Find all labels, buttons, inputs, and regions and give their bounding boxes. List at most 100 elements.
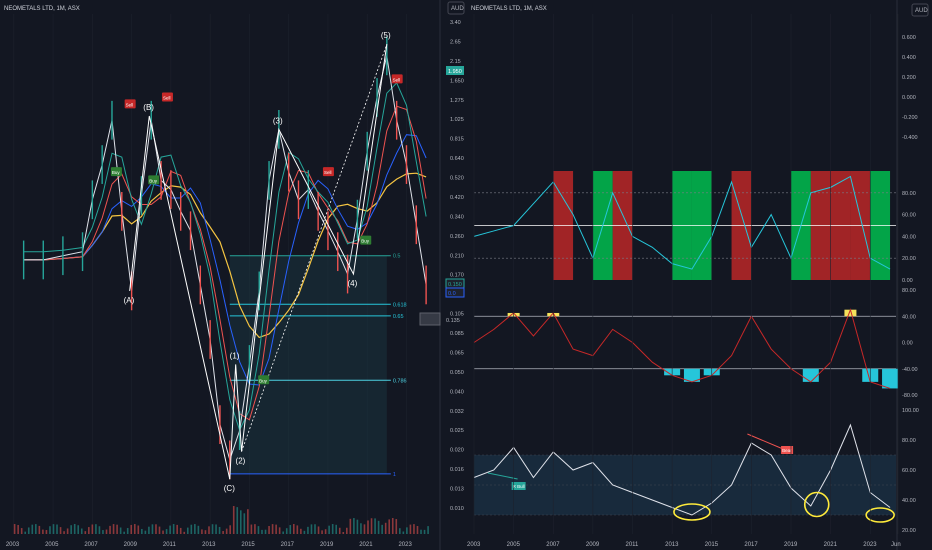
volume-bar bbox=[342, 531, 345, 534]
fib-zone bbox=[229, 255, 387, 474]
volume-bar bbox=[112, 524, 115, 534]
volume-bar bbox=[183, 531, 186, 534]
left-x-tick-label: 2021 bbox=[359, 542, 373, 548]
volume-bar bbox=[363, 524, 366, 534]
volume-bar bbox=[321, 530, 323, 534]
left-y-tick-label: 0.420 bbox=[450, 195, 464, 201]
signal-badge-label: Sell bbox=[126, 102, 134, 107]
right-x-tick-label: 2015 bbox=[705, 542, 719, 548]
left-y-tick-label: 0.013 bbox=[450, 487, 464, 493]
volume-bar bbox=[218, 526, 221, 534]
stoch-tick: 20.00 bbox=[902, 256, 916, 262]
volume-bar bbox=[56, 524, 58, 534]
osc-tick: -40.00 bbox=[902, 367, 918, 373]
signal-badge-label: Buy bbox=[361, 239, 370, 244]
volume-bar bbox=[63, 531, 65, 534]
volume-bar bbox=[204, 530, 207, 534]
volume-bar bbox=[42, 529, 44, 534]
left-y-tick-label: 1.025 bbox=[450, 117, 464, 123]
volume-bar bbox=[399, 528, 401, 534]
left-y-tick-label: 2.65 bbox=[450, 39, 461, 45]
volume-bar bbox=[409, 524, 412, 534]
volume-bar bbox=[105, 529, 108, 534]
volume-bar bbox=[109, 525, 111, 534]
volume-bar bbox=[116, 524, 118, 534]
left-y-tick-label: 0.010 bbox=[450, 506, 464, 512]
volume-bar bbox=[236, 507, 239, 534]
volume-bar bbox=[31, 524, 34, 534]
volume-bar bbox=[303, 530, 306, 534]
volume-bar bbox=[17, 524, 19, 534]
volume-bar bbox=[268, 525, 270, 534]
volume-bar bbox=[289, 525, 292, 534]
wave-label: (C) bbox=[224, 484, 235, 493]
fib-level-label: 0.618 bbox=[393, 302, 407, 308]
rsi-band bbox=[474, 455, 896, 515]
left-y-tick-label: 0.050 bbox=[450, 370, 464, 376]
left-x-tick-label: 2019 bbox=[320, 542, 334, 548]
signal-badge-label: Buy bbox=[112, 170, 121, 175]
bear-badge-label: Bear bbox=[782, 448, 792, 453]
volume-bar bbox=[328, 525, 330, 534]
volume-bar bbox=[384, 522, 387, 534]
volume-bar bbox=[232, 506, 235, 534]
stoch-tick: 80.00 bbox=[902, 191, 916, 197]
volume-bar bbox=[292, 524, 295, 534]
chart-title-right: NEOMETALS LTD, 1M, ASX bbox=[471, 6, 547, 12]
volume-bar bbox=[271, 524, 274, 534]
left-x-tick-label: 2007 bbox=[84, 542, 98, 548]
volume-bar bbox=[314, 524, 316, 534]
volume-bar bbox=[282, 531, 284, 534]
right-x-tick-label: 2005 bbox=[507, 542, 521, 548]
volume-bar bbox=[395, 519, 398, 534]
osc-oversold-fill bbox=[802, 368, 819, 382]
volume-bar bbox=[367, 520, 369, 534]
top-panel-tick: 0.000 bbox=[902, 95, 916, 101]
volume-bar bbox=[194, 524, 196, 534]
volume-bar bbox=[27, 527, 30, 534]
volume-bar bbox=[225, 528, 228, 534]
volume-bar bbox=[130, 524, 133, 534]
stoch-tick: 60.00 bbox=[902, 213, 916, 219]
left-y-tick-label: 0.025 bbox=[450, 428, 464, 434]
right-x-tick-label: Jun bbox=[891, 542, 901, 548]
volume-bar bbox=[84, 531, 87, 534]
signal-badge-label: Sell bbox=[324, 170, 332, 175]
volume-bar bbox=[335, 524, 338, 534]
volume-bar bbox=[406, 527, 408, 534]
left-x-tick-label: 2009 bbox=[124, 542, 138, 548]
left-x-tick-label: 2013 bbox=[202, 542, 216, 548]
left-y-tick-label: 0.640 bbox=[450, 156, 464, 162]
currency-label-right: AUD bbox=[915, 8, 928, 14]
volume-bar bbox=[215, 524, 217, 534]
volume-bar bbox=[310, 524, 313, 534]
wave-label: (4) bbox=[347, 279, 357, 288]
volume-bar bbox=[95, 524, 97, 534]
left-y-tick-label: 0.065 bbox=[450, 350, 464, 356]
volume-bar bbox=[126, 528, 129, 534]
rsi-tick: 60.00 bbox=[902, 468, 916, 474]
volume-bar bbox=[402, 531, 405, 534]
chart-canvas: AUD NEOMETALS LTD, 1M, ASX 3.40 2.65 2.15 1… bbox=[0, 0, 932, 550]
volume-bar bbox=[88, 527, 90, 534]
volume-bar bbox=[201, 529, 203, 534]
volume-bar bbox=[370, 518, 373, 534]
left-x-tick-label: 2017 bbox=[281, 542, 295, 548]
fib-level-label: 1 bbox=[393, 472, 396, 478]
stoch-tick: 0.00 bbox=[902, 278, 913, 284]
currency-label-left: AUD bbox=[451, 6, 464, 12]
left-y-tick-label: 0.520 bbox=[450, 176, 464, 182]
volume-bar bbox=[73, 524, 76, 534]
volume-bar bbox=[59, 527, 62, 534]
left-x-tick-label: 2015 bbox=[241, 542, 255, 548]
volume-bar bbox=[52, 524, 55, 534]
volume-bar bbox=[247, 509, 249, 534]
right-x-tick-label: 2011 bbox=[625, 542, 639, 548]
top-panel-tick: -0.200 bbox=[902, 115, 918, 121]
volume-bar bbox=[80, 528, 83, 534]
volume-bar bbox=[20, 528, 23, 534]
volume-bar bbox=[119, 527, 122, 534]
fib-level-label: 0.786 bbox=[393, 378, 407, 384]
osc-tick: 80.00 bbox=[902, 288, 916, 294]
last2-price-label: 0.0 bbox=[448, 291, 456, 297]
